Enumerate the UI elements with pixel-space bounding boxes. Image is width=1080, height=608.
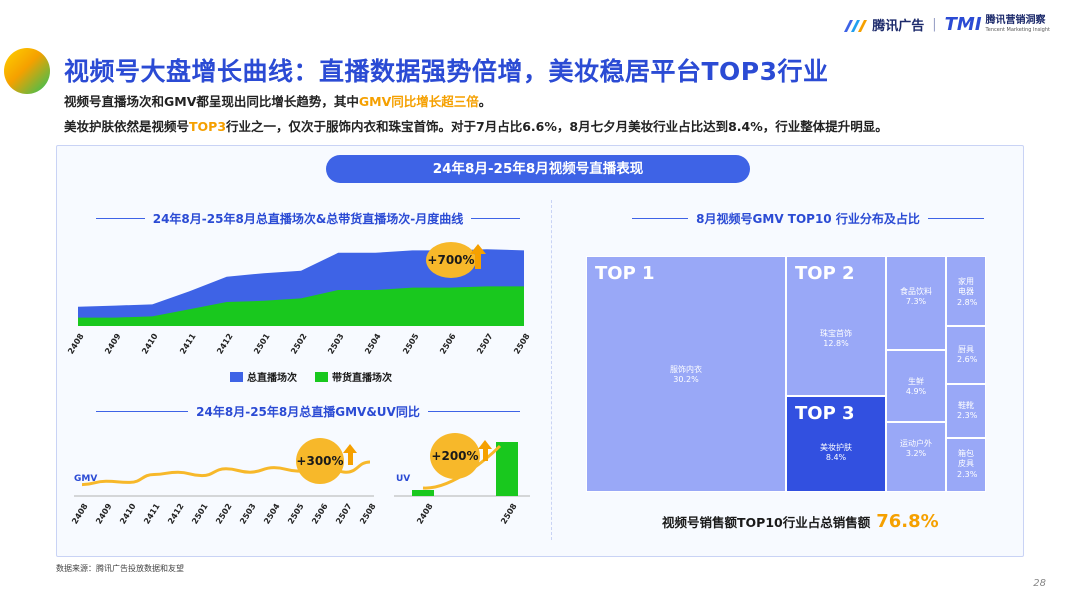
tencent-ads-logo-icon (844, 19, 868, 32)
treemap-cell-value: 3.2% (905, 449, 927, 459)
up-arrow-icon-stem (483, 448, 488, 461)
page-title: 视频号大盘增长曲线：直播数据强势倍增，美妆稳居平台TOP3行业 (64, 57, 829, 86)
tmi-en-text: Tencent Marketing Insight (985, 27, 1050, 33)
treemap-cell-value: 2.3% (957, 469, 978, 479)
treemap-cell-label: 食品饮料 7.3% (887, 287, 945, 308)
treemap-cell-value: 2.6% (957, 355, 978, 365)
legend-label: 带货直播场次 (332, 373, 392, 384)
gmv-chart-title-row: 24年8月-25年8月总直播GMV&UV同比 (96, 403, 520, 420)
treemap-cell: TOP 2 珠宝首饰 12.8% (786, 256, 886, 396)
page-number: 28 (1033, 578, 1046, 589)
treemap-cell: 厨具 2.6% (946, 326, 986, 384)
legend-swatch (230, 371, 243, 382)
area-chart-title-row: 24年8月-25年8月总直播场次&总带货直播场次-月度曲线 (96, 210, 520, 227)
treemap-cell-label: 厨具 2.6% (957, 345, 978, 365)
subtitle-1-end: 。 (478, 94, 492, 109)
panel-divider (551, 200, 552, 540)
legend-swatch (315, 371, 328, 382)
treemap-cell-value: 30.2% (673, 375, 699, 385)
treemap-cell: 箱包皮具 2.3% (946, 438, 986, 492)
decor-circle (4, 48, 50, 94)
treemap-total-value: 76.8% (876, 511, 939, 532)
growth-badge-700: +700% (426, 242, 476, 278)
growth-badge-300: +300% (296, 438, 344, 484)
treemap-cell-value: 8.4% (825, 453, 847, 463)
section-banner: 24年8月-25年8月视频号直播表现 (326, 155, 750, 183)
treemap-cell: TOP 3 美妆护肤 8.4% (786, 396, 886, 492)
area-chart-title: 24年8月-25年8月总直播场次&总带货直播场次-月度曲线 (152, 212, 464, 226)
treemap-total: 视频号销售额TOP10行业占总销售额 76.8% (662, 511, 939, 532)
treemap-cell-value: 4.9% (905, 387, 927, 397)
treemap-cell-label: 珠宝首饰 12.8% (787, 329, 885, 350)
up-arrow-icon-stem (475, 253, 481, 269)
treemap-cell-value: 7.3% (905, 297, 927, 307)
brand-logo: 腾讯广告 | TMI 腾讯营销洞察 Tencent Marketing Insi… (842, 14, 1050, 35)
up-arrow-icon-stem (348, 452, 353, 465)
subtitle-line-1: 视频号直播场次和GMV都呈现出同比增长趋势，其中GMV同比增长超三倍。 (64, 91, 491, 110)
area-chart-legend: 总直播场次 带货直播场次 (230, 369, 392, 384)
treemap-cell-label: 箱包皮具 2.3% (957, 449, 978, 479)
subtitle-1-text: 视频号直播场次和GMV都呈现出同比增长趋势，其中 (64, 94, 359, 109)
treemap-total-label: 视频号销售额TOP10行业占总销售额 (662, 515, 871, 530)
treemap-cell-label: 生鲜 4.9% (887, 377, 945, 398)
treemap-rank-label: TOP 3 (795, 403, 855, 424)
treemap-title: 8月视频号GMV TOP10 行业分布及占比 (696, 212, 920, 226)
subtitle-2-text: 美妆护肤依然是视频号 (64, 119, 190, 134)
treemap-cell-label: 鞋靴 2.3% (957, 401, 978, 421)
treemap-cell-value: 2.3% (957, 411, 978, 421)
tmi-logo-text: TMI (944, 14, 982, 35)
treemap-cell-value: 2.8% (957, 297, 978, 307)
treemap-cell-value: 12.8% (823, 339, 849, 349)
data-source: 数据来源：腾讯广告投放数据和友望 (56, 564, 184, 573)
treemap-cell-label: 服饰内衣 30.2% (587, 365, 785, 386)
treemap-title-row: 8月视频号GMV TOP10 行业分布及占比 (632, 210, 985, 227)
treemap-cell: TOP 1 服饰内衣 30.2% (586, 256, 786, 492)
growth-badge-200: +200% (430, 433, 480, 479)
logo-separator: | (932, 17, 937, 32)
uv-bar (412, 490, 434, 496)
subtitle-1-highlight: GMV同比增长超三倍 (358, 94, 479, 109)
treemap-chart: TOP 1 服饰内衣 30.2% TOP 2 珠宝首饰 12.8% TOP 3 美妆护肤 8.4… (586, 256, 986, 492)
treemap-cell: 运动户外 3.2% (886, 422, 946, 492)
logo-brand-text: 腾讯广告 (872, 19, 925, 34)
uv-axis-label: UV (396, 474, 411, 484)
treemap-cell: 生鲜 4.9% (886, 350, 946, 422)
treemap-cell-label: 美妆护肤 8.4% (787, 443, 885, 464)
treemap-cell-label: 运动户外 3.2% (887, 439, 945, 460)
treemap-cell-label: 家用电器 2.8% (957, 277, 978, 307)
treemap-cell: 食品饮料 7.3% (886, 256, 946, 350)
treemap-cell: 鞋靴 2.3% (946, 384, 986, 438)
treemap-rank-label: TOP 1 (595, 263, 655, 284)
treemap-rank-label: TOP 2 (795, 263, 855, 284)
subtitle-line-2: 美妆护肤依然是视频号TOP3行业之一，仅次于服饰内衣和珠宝首饰。对于7月占比6.… (64, 116, 888, 135)
tmi-cn-text: 腾讯营销洞察 (985, 15, 1046, 26)
gmv-axis-label: GMV (74, 474, 98, 484)
legend-label: 总直播场次 (247, 373, 297, 384)
subtitle-2-end: 行业之一，仅次于服饰内衣和珠宝首饰。对于7月占比6.6%，8月七夕月美妆行业占比… (226, 119, 888, 134)
gmv-chart-title: 24年8月-25年8月总直播GMV&UV同比 (196, 405, 420, 419)
uv-bar (496, 442, 518, 496)
subtitle-2-highlight: TOP3 (189, 119, 227, 134)
treemap-cell: 家用电器 2.8% (946, 256, 986, 326)
